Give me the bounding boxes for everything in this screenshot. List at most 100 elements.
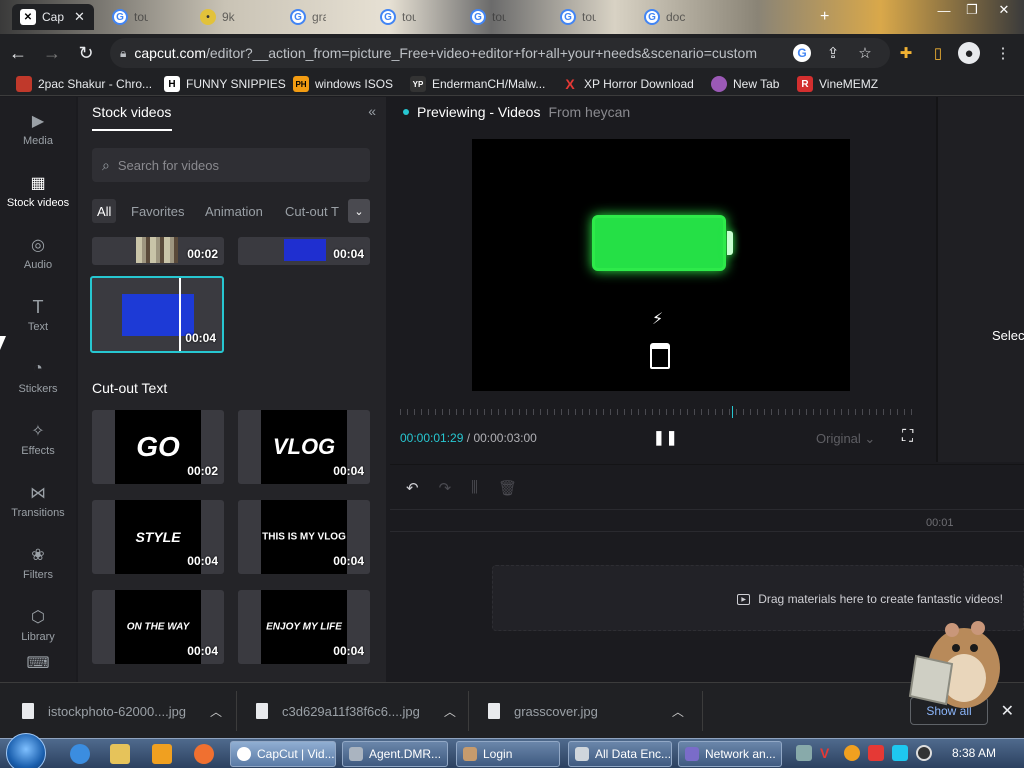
bookmark-item[interactable]: R VineMEMZ [797,75,878,93]
reload-icon[interactable]: ↻ [70,37,102,69]
stock-clip-selected[interactable]: 00:04 [90,276,224,353]
filter-animation[interactable]: Animation [200,199,268,223]
taskbar-item-network[interactable]: Network an... [678,741,782,767]
tray-app-icon[interactable] [796,745,812,761]
file-explorer-icon[interactable] [110,744,130,764]
browser-tab-4[interactable]: G gra [282,4,334,30]
start-button-icon[interactable] [6,733,46,768]
internet-explorer-icon[interactable] [70,744,90,764]
share-icon[interactable]: ⇪ [822,42,844,64]
chevron-up-icon[interactable]: ︿ [210,703,222,720]
menu-kebab-icon[interactable]: ⋮ [992,42,1014,64]
redo-icon[interactable]: ↷ [439,479,452,497]
bookmark-item[interactable]: H FUNNY SNIPPIES [164,75,286,93]
filter-favorites[interactable]: Favorites [126,199,189,223]
stock-clip[interactable]: 00:04 [238,237,370,265]
tab-close-icon[interactable]: ✕ [74,9,85,25]
cutout-clip[interactable]: THIS IS MY VLOG 00:04 [238,500,370,574]
paint-icon[interactable] [194,744,214,764]
browser-tab-7[interactable]: G tou [552,4,604,30]
minimize-icon[interactable]: — [930,0,958,20]
fullscreen-icon[interactable]: ⛶ [902,428,913,446]
browser-tab-6[interactable]: G tou [462,4,514,30]
nav-library[interactable]: ⬡ Library [0,599,76,651]
side-panel-icon[interactable]: ▯ [927,42,949,64]
bookmark-item[interactable]: New Tab [711,75,779,93]
search-input[interactable] [117,157,348,173]
tray-speaker-icon[interactable] [916,745,932,761]
taskbar-item-login[interactable]: Login [456,741,560,767]
media-icon: ▶ [31,113,45,130]
browser-tab-5[interactable]: G tou [372,4,424,30]
pause-icon[interactable]: ❚❚ [653,429,678,446]
scrubber-playhead[interactable] [731,406,733,418]
extensions-icon[interactable]: ✚ [895,42,917,64]
tray-v-icon[interactable]: V [820,745,836,761]
nav-media[interactable]: ▶ Media [0,103,76,155]
bookmark-item[interactable]: X XP Horror Download [562,75,694,93]
nav-text[interactable]: T Text [0,289,76,341]
google-lens-icon[interactable]: G [793,44,811,62]
address-bar[interactable]: 🔒︎ capcut.com/editor?__action_from=pictu… [110,38,890,68]
cutout-clip[interactable]: ENJOY MY LIFE 00:04 [238,590,370,664]
bookmark-x-icon: X [565,76,575,92]
taskbar-item-agent[interactable]: Agent.DMR... [342,741,448,767]
taskbar-item-capcut[interactable]: CapCut | Vid... [230,741,336,767]
delete-icon[interactable]: 🗑︎ [498,479,517,497]
nav-stock-videos[interactable]: ▦ Stock videos [0,165,76,217]
tray-search-icon[interactable] [844,745,860,761]
nav-audio[interactable]: ◎ Audio [0,227,76,279]
filter-cutout[interactable]: Cut-out T [280,199,350,223]
maximize-icon[interactable]: ❐ [958,0,986,20]
stock-videos-panel: Stock videos « ⌕ All Favorites Animation… [78,97,386,682]
profile-avatar-icon[interactable]: ● [958,42,980,64]
chevron-up-icon[interactable]: ︿ [672,703,684,720]
back-icon[interactable]: ← [2,37,34,69]
hamster-laptop [908,654,954,706]
nav-filters[interactable]: ❀ Filters [0,537,76,589]
bookmark-item[interactable]: 2pac Shakur - Chro... [16,75,152,93]
bookmark-star-icon[interactable]: ☆ [854,42,876,64]
chevron-up-icon[interactable]: ︿ [444,703,456,720]
cutout-clip[interactable]: ON THE WAY 00:04 [92,590,224,664]
undo-icon[interactable]: ↶ [406,479,419,497]
cutout-clip[interactable]: VLOG 00:04 [238,410,370,484]
tray-flag-icon[interactable] [868,745,884,761]
cutout-clip[interactable]: GO 00:02 [92,410,224,484]
browser-tab-8[interactable]: G doc [636,4,693,30]
browser-tab-capcut[interactable]: ✕ Cap ✕ [12,4,94,30]
hamster-desktop-pet[interactable] [906,612,1006,716]
bookmark-item[interactable]: PH windows ISOS [293,75,393,93]
bookmark-item[interactable]: YP EndermanCH/Malw... [410,75,545,93]
nav-stickers[interactable]: ◔ Stickers [0,351,76,403]
stock-clip[interactable]: 00:02 [92,237,224,265]
filter-all[interactable]: All [92,199,117,223]
bookmark-h-icon: H [164,76,180,92]
download-item[interactable]: c3d629a11f38f6c6....jpg ︿ [256,699,456,723]
media-player-icon[interactable] [152,744,172,764]
cutout-clip[interactable]: STYLE 00:04 [92,500,224,574]
file-icon [22,703,34,719]
new-tab-button[interactable]: + [812,4,837,30]
nav-more[interactable]: ⌨ [0,653,76,679]
chevron-down-icon[interactable]: ⌄ [348,199,370,223]
download-item[interactable]: istockphoto-62000....jpg ︿ [22,699,222,723]
hamster-ear [971,621,985,635]
aspect-ratio-dropdown[interactable]: Original ⌄ [816,431,875,447]
browser-tab-3[interactable]: • 9k [192,4,243,30]
forward-icon[interactable]: → [36,37,68,69]
drop-hint: ▶ Drag materials here to create fantasti… [737,592,1003,606]
window-close-icon[interactable]: ✕ [990,0,1018,20]
playback-scrubber[interactable] [400,409,918,415]
nav-effects[interactable]: ✧ Effects [0,413,76,465]
download-item[interactable]: grasscover.jpg ︿ [488,699,684,723]
video-canvas[interactable]: ⚡︎ [472,139,850,391]
tray-monitor-icon[interactable] [892,745,908,761]
browser-tab-2[interactable]: G tou [104,4,156,30]
split-icon[interactable]: ⫼ [471,479,478,497]
nav-transitions[interactable]: ⋈ Transitions [0,475,76,527]
clip-preview [284,239,326,261]
google-icon: G [560,9,576,25]
taskbar-item-all-data[interactable]: All Data Enc... [568,741,672,767]
collapse-panel-icon[interactable]: « [368,103,376,119]
